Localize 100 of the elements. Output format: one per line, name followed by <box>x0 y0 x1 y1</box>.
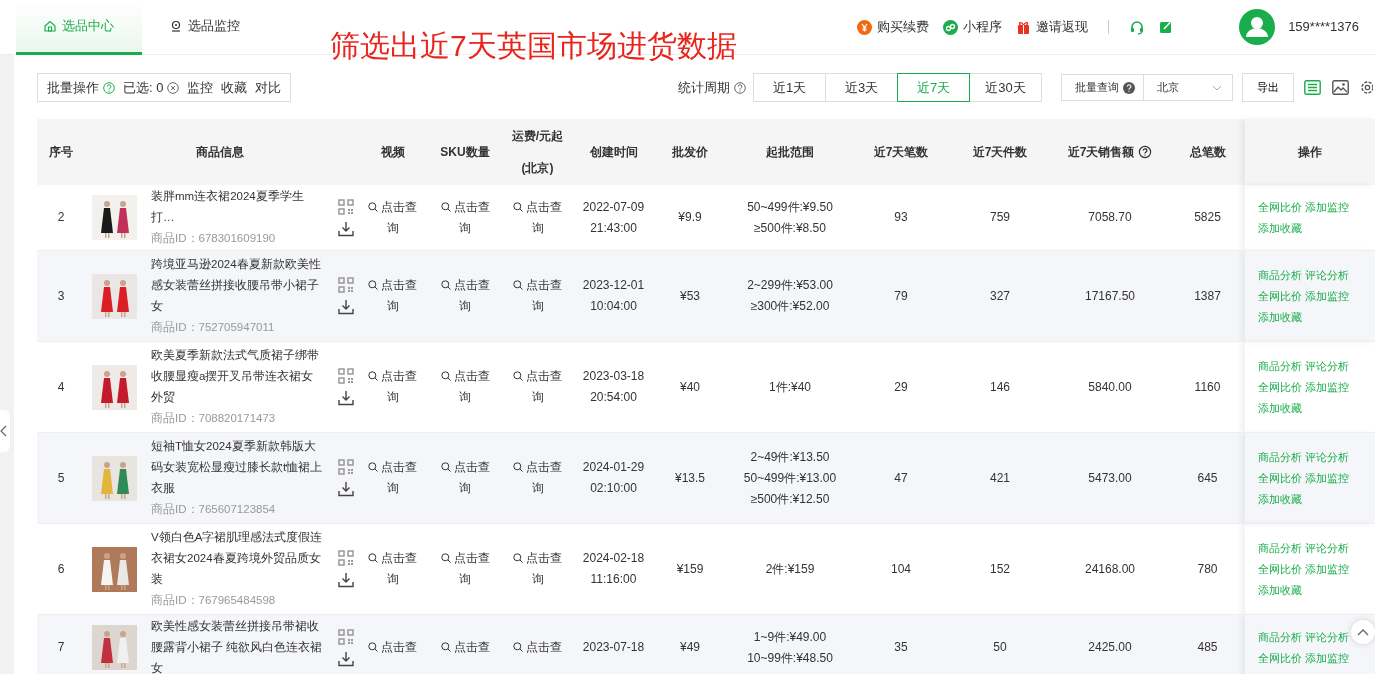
product-title[interactable]: V领白色A字裙肌理感法式度假连衣裙女2024春夏跨境外贸品质女装 <box>151 527 324 590</box>
search-icon <box>368 642 378 652</box>
price-tier-text: ≥300件:¥52.00 <box>750 298 830 315</box>
units-count: 50 <box>993 640 1007 654</box>
selected-count: 已选: 0 <box>123 78 164 97</box>
query-link[interactable]: 点击查询 <box>511 548 564 590</box>
units-count: 146 <box>990 379 1010 394</box>
nav-link[interactable]: 小程序 <box>943 17 1003 37</box>
export-button[interactable]: 导出 <box>1242 73 1294 102</box>
headset-icon[interactable] <box>1129 19 1146 35</box>
price-tier-text: 2件:¥159 <box>765 560 815 578</box>
edit-icon[interactable] <box>1159 20 1174 34</box>
units-count: 759 <box>990 210 1010 224</box>
orders-count: 35 <box>894 640 908 654</box>
units-count: 421 <box>990 470 1010 485</box>
product-title[interactable]: 欧美夏季新款法式气质裙子绑带收腰显瘦a摆开叉吊带连衣裙女外贸 <box>151 345 324 408</box>
qr-code-icon[interactable] <box>338 277 354 293</box>
qr-code-icon[interactable] <box>338 459 354 475</box>
help-icon <box>103 81 115 94</box>
image-view-icon[interactable] <box>1332 80 1349 95</box>
search-icon <box>440 462 451 472</box>
search-icon <box>440 201 451 212</box>
period-tab[interactable]: 近3天 <box>825 73 898 102</box>
qr-code-icon[interactable] <box>338 628 354 645</box>
collapse-tab[interactable] <box>0 410 10 452</box>
column-header: 总笔数 <box>1189 144 1226 161</box>
search-icon <box>368 462 378 472</box>
price-tier-text: 1件:¥40 <box>769 378 811 396</box>
period-label: 统计周期 <box>678 78 730 97</box>
download-icon[interactable] <box>338 220 354 237</box>
qr-code-icon[interactable] <box>338 368 354 384</box>
download-icon[interactable] <box>338 390 354 406</box>
orders-count: 47 <box>894 470 908 485</box>
price-tier-text: 50~499件:¥13.00 <box>743 469 837 487</box>
download-icon[interactable] <box>338 481 354 497</box>
download-icon[interactable] <box>338 299 354 315</box>
orders-count: 79 <box>894 288 908 303</box>
search-icon <box>440 371 451 381</box>
product-title[interactable]: 装胖mm连衣裙2024夏季学生打… <box>151 186 324 228</box>
column-header: 起批范围 <box>766 144 814 161</box>
row-index: 2 <box>57 210 65 224</box>
search-icon <box>368 280 378 290</box>
list-view-icon[interactable] <box>1304 80 1321 95</box>
nav-tab[interactable]: 选品监控 <box>142 0 268 55</box>
settings-icon[interactable] <box>1360 80 1373 95</box>
search-icon <box>513 371 523 381</box>
avatar-icon[interactable] <box>1239 9 1276 45</box>
wholesale-price: ¥13.5 <box>675 470 705 485</box>
query-link[interactable]: 点击查询 <box>511 196 564 239</box>
help-icon <box>1138 145 1153 159</box>
row-index: 6 <box>57 561 65 576</box>
units-count: 152 <box>990 561 1010 576</box>
total-orders: 645 <box>1197 470 1218 485</box>
product-title[interactable]: 跨境亚马逊2024春夏新款欧美性感女装蕾丝拼接收腰吊带小裙子女 <box>151 254 324 317</box>
total-orders: 780 <box>1197 561 1218 576</box>
sales-amount: 24168.00 <box>1084 561 1136 576</box>
product-title[interactable]: 短袖T恤女2024夏季新款韩版大码女装宽松显瘦过膝长款t恤裙上衣服 <box>151 436 324 499</box>
batch-action-link[interactable]: 监控 <box>187 77 214 98</box>
search-icon <box>440 553 451 563</box>
nav-link[interactable]: 购买续费 <box>857 17 930 37</box>
column-header: 批发价 <box>672 144 708 161</box>
query-link[interactable]: 点击查询 <box>439 196 491 239</box>
period-tab[interactable]: 近1天 <box>753 73 826 102</box>
created-time: 2022-07-09 <box>582 198 645 216</box>
created-time: 10:04:00 <box>590 298 637 315</box>
query-link[interactable]: 点击查询 <box>439 548 491 590</box>
created-time: 21:43:00 <box>590 219 637 237</box>
wholesale-price: ¥40 <box>680 379 700 394</box>
query-link[interactable]: 点击查询 <box>511 366 564 408</box>
qr-code-icon[interactable] <box>338 550 354 566</box>
batch-label: 批量操作 <box>47 78 99 97</box>
query-link[interactable]: 点击查询 <box>366 366 419 408</box>
orders-count: 104 <box>891 561 911 576</box>
batch-action-link[interactable]: 收藏 <box>221 77 248 98</box>
download-icon[interactable] <box>338 572 354 588</box>
period-tab[interactable]: 近30天 <box>969 73 1042 102</box>
gift-icon <box>1016 19 1032 35</box>
search-icon <box>513 201 523 212</box>
created-time: 02:10:00 <box>590 480 637 497</box>
product-id: 商品ID：765607123854 <box>151 502 277 517</box>
orders-count: 93 <box>894 210 908 224</box>
clear-icon[interactable] <box>167 81 180 94</box>
column-header: 操作 <box>1297 144 1322 161</box>
query-link[interactable]: 点击查询 <box>366 196 419 239</box>
annotation-text: 筛选出近7天英国市场进货数据 <box>330 28 737 64</box>
column-header: SKU数量 <box>440 144 490 161</box>
column-header: 创建时间 <box>589 144 638 161</box>
batch-action-link[interactable]: 对比 <box>255 77 282 98</box>
row-index: 3 <box>57 288 65 303</box>
created-time: 11:16:00 <box>590 571 637 588</box>
search-icon <box>513 642 523 652</box>
nav-link[interactable]: 邀请返现 <box>1016 17 1089 37</box>
qr-code-icon[interactable] <box>338 198 354 215</box>
download-icon[interactable] <box>338 650 354 667</box>
product-id: 商品ID：752705947011 <box>151 320 276 335</box>
query-link[interactable]: 点击查询 <box>439 366 491 408</box>
query-link[interactable]: 点击查询 <box>366 548 419 590</box>
column-header: 近7天件数 <box>972 144 1028 161</box>
yen-coin-icon <box>857 19 873 35</box>
row-index: 4 <box>57 379 65 394</box>
